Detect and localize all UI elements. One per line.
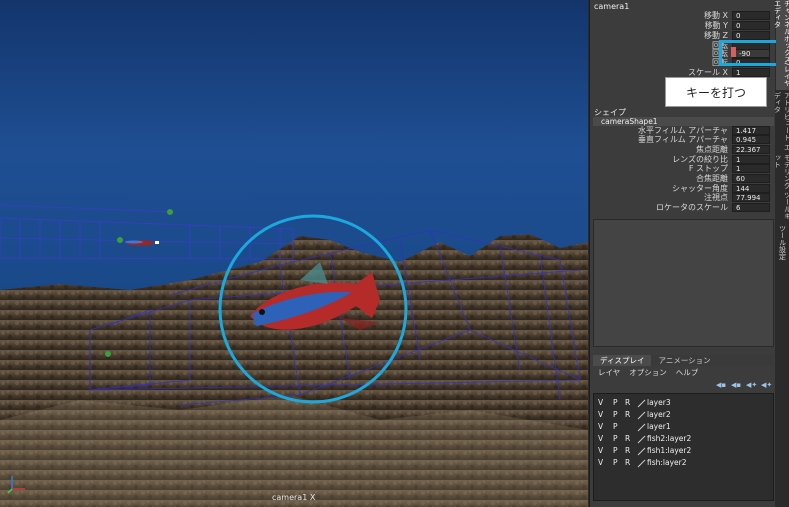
layer-name-cell: fish:layer2	[637, 458, 687, 468]
layer-name-cell: layer1	[637, 422, 671, 432]
layer-color-slash-icon	[637, 399, 646, 408]
attr-value-field[interactable]: 0	[732, 20, 770, 30]
layer-name: layer1	[647, 422, 671, 431]
attr-label: ロケータのスケール	[656, 203, 728, 213]
reference-toggle[interactable]: R	[625, 398, 637, 407]
layer-row[interactable]: V P Rlayer3	[598, 397, 671, 408]
tab-animation[interactable]: アニメーション	[651, 355, 717, 366]
attr-value-field[interactable]: 22.367	[732, 144, 770, 154]
tab-tool-settings[interactable]: ツール設定	[776, 224, 789, 260]
layer-color-slash-icon	[637, 423, 646, 432]
layer-color-slash-icon	[637, 411, 646, 420]
layer-editor-tabs: ディスプレイ アニメーション	[593, 355, 774, 366]
playback-toggle[interactable]: P	[613, 410, 625, 419]
tab-display[interactable]: ディスプレイ	[593, 355, 652, 366]
new-layer-selected-icon[interactable]: ◀✦	[761, 381, 772, 389]
side-tabs: チャンネルボックス/レイヤ エディタ アトリビュート エディタ モデリング ツー…	[774, 0, 789, 507]
layer-name: layer3	[647, 398, 671, 407]
layer-name: fish:layer2	[647, 458, 687, 467]
node-title[interactable]: camera1	[594, 2, 629, 11]
reference-toggle[interactable]: R	[625, 446, 637, 455]
menu-help[interactable]: ヘルプ	[676, 367, 699, 378]
axis-gizmo-icon	[7, 476, 25, 494]
playback-toggle[interactable]: P	[613, 422, 625, 431]
layer-color-slash-icon	[637, 459, 646, 468]
3d-viewport[interactable]: camera1 X	[0, 0, 588, 507]
layer-name-cell: fish1:layer2	[637, 446, 692, 456]
visibility-toggle[interactable]: V	[598, 398, 613, 407]
layer-editor-menus: レイヤ オプション ヘルプ	[598, 367, 698, 378]
layer-row[interactable]: V P Rfish:layer2	[598, 457, 687, 468]
empty-area	[593, 219, 774, 347]
layer-color-slash-icon	[637, 447, 646, 456]
highlight-box	[719, 40, 780, 66]
attr-value-field[interactable]: 1.417	[732, 125, 770, 135]
scene-render	[0, 204, 588, 507]
visibility-toggle[interactable]: V	[598, 410, 613, 419]
layer-row[interactable]: V P Rlayer2	[598, 409, 671, 420]
layer-row[interactable]: V P Rfish1:layer2	[598, 445, 691, 456]
attr-value-field[interactable]: 144	[732, 183, 770, 193]
tab-attribute-editor[interactable]: アトリビュート エディタ	[774, 92, 789, 152]
attr-label: スケール X	[687, 67, 728, 77]
transform-attr-row: 移動 Y0	[640, 20, 770, 30]
transform-attr-row: スケール X 1	[640, 67, 770, 77]
set-key-tooltip: キーを打つ	[665, 77, 767, 107]
reference-toggle[interactable]: R	[625, 458, 637, 467]
camera-label: camera1 X	[272, 493, 316, 502]
move-layer-up-icon[interactable]: ◀▪	[716, 381, 727, 389]
move-layer-down-icon[interactable]: ◀▪	[731, 381, 742, 389]
attr-value-field[interactable]: 6	[732, 203, 770, 213]
layer-name: fish2:layer2	[647, 434, 692, 443]
playback-toggle[interactable]: P	[613, 398, 625, 407]
attr-value-field[interactable]: 60	[732, 174, 770, 183]
layer-name-cell: layer3	[637, 398, 671, 408]
attr-value-field[interactable]: 77.994	[732, 193, 770, 203]
attr-value-field[interactable]: 1	[732, 154, 770, 164]
transform-attr-row: 移動 Z0	[640, 30, 770, 40]
visibility-toggle[interactable]: V	[598, 434, 613, 443]
menu-layer[interactable]: レイヤ	[598, 367, 620, 378]
tab-channel-box[interactable]: チャンネルボックス/レイヤ エディタ	[774, 0, 789, 90]
reference-toggle[interactable]: R	[625, 410, 637, 419]
attr-value-field[interactable]: 0	[732, 10, 770, 20]
attr-value-field[interactable]: 0.945	[732, 135, 770, 145]
attr-value-field[interactable]: 1	[732, 67, 770, 77]
tab-modeling-toolkit[interactable]: モデリング ツールキット	[774, 154, 789, 222]
layer-name-cell: fish2:layer2	[637, 434, 692, 444]
attr-value-field[interactable]: 1	[732, 164, 770, 174]
visibility-toggle[interactable]: V	[598, 458, 613, 467]
new-layer-icon[interactable]: ◀✦	[746, 381, 757, 389]
transform-attr-row: 移動 X0	[640, 10, 770, 20]
attr-value-field[interactable]: 0	[732, 30, 770, 40]
visibility-toggle[interactable]: V	[598, 446, 613, 455]
shape-attr-row: ロケータのスケール 6	[596, 203, 770, 213]
layer-row[interactable]: V P Rfish2:layer2	[598, 433, 691, 444]
layer-color-slash-icon	[637, 435, 646, 444]
playback-toggle[interactable]: P	[613, 458, 625, 467]
layer-row[interactable]: V Player1	[598, 421, 671, 432]
layer-name: fish1:layer2	[647, 446, 692, 455]
playback-toggle[interactable]: P	[613, 434, 625, 443]
layer-name-cell: layer2	[637, 410, 671, 420]
visibility-toggle[interactable]: V	[598, 422, 613, 431]
menu-options[interactable]: オプション	[629, 367, 667, 378]
reference-toggle[interactable]: R	[625, 434, 637, 443]
layer-name: layer2	[647, 410, 671, 419]
playback-toggle[interactable]: P	[613, 446, 625, 455]
layer-toolbar: ◀▪ ◀▪ ◀✦ ◀✦	[716, 381, 772, 389]
